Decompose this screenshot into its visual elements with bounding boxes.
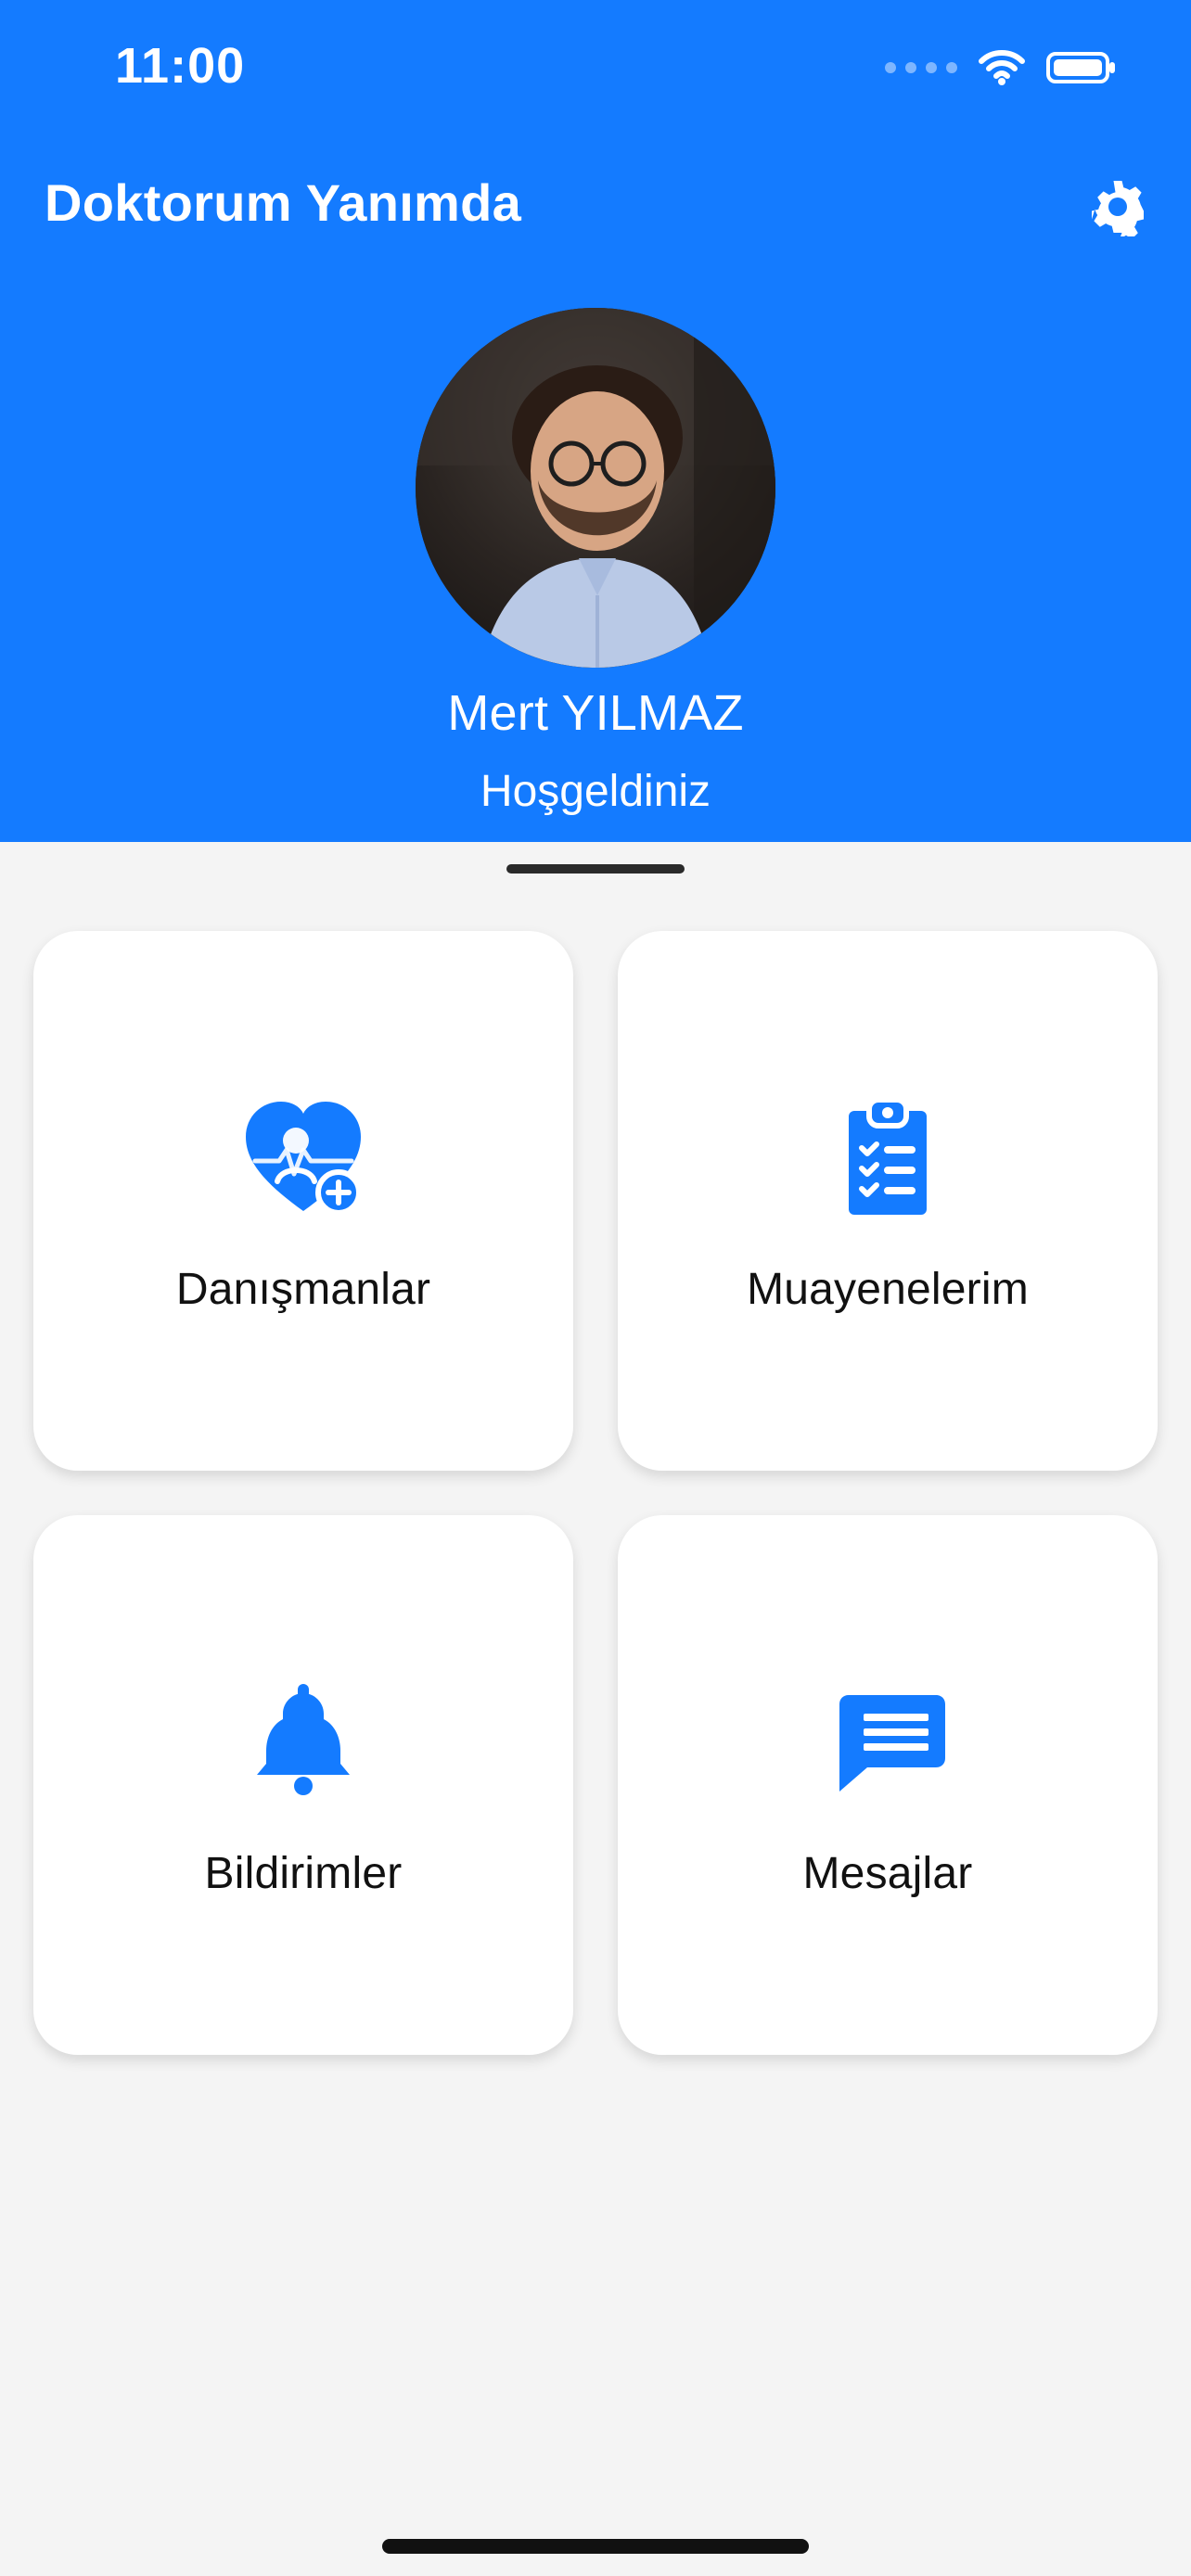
- clipboard-checklist-icon: [818, 1088, 957, 1227]
- home-indicator: [382, 2539, 809, 2554]
- app-title: Doktorum Yanımda: [45, 173, 522, 232]
- signal-icon: [885, 62, 957, 73]
- menu-card-label: Muayenelerim: [747, 1264, 1029, 1314]
- welcome-text: Hoşgeldiniz: [480, 767, 711, 816]
- wifi-icon: [979, 50, 1025, 85]
- status-time: 11:00: [115, 38, 246, 94]
- menu-card-label: Danışmanlar: [175, 1264, 431, 1314]
- user-name: Mert YILMAZ: [447, 685, 744, 741]
- sheet-handle[interactable]: [506, 864, 685, 874]
- menu-card-messages[interactable]: Mesajlar: [618, 1515, 1158, 2055]
- menu-card-label: Bildirimler: [204, 1848, 403, 1898]
- avatar-photo: [416, 308, 775, 668]
- gear-icon: [1092, 181, 1144, 236]
- bell-icon: [234, 1672, 373, 1811]
- menu-card-examinations[interactable]: Muayenelerim: [618, 931, 1158, 1471]
- status-icons: [885, 46, 1117, 89]
- menu-card-label: Mesajlar: [802, 1848, 973, 1898]
- menu-grid: Danışmanlar Muayenelerim Bildirimler Mes…: [33, 931, 1158, 2055]
- menu-card-notifications[interactable]: Bildirimler: [33, 1515, 573, 2055]
- header: 11:00 Doktorum Yanımda Mert YILMAZ Hoşge…: [0, 0, 1191, 842]
- message-icon: [818, 1672, 957, 1811]
- settings-button[interactable]: [1083, 172, 1152, 241]
- battery-icon: [1046, 52, 1115, 83]
- doctor-heart-plus-icon: [234, 1088, 373, 1227]
- menu-card-consultants[interactable]: Danışmanlar: [33, 931, 573, 1471]
- avatar[interactable]: [416, 308, 775, 668]
- screen: 11:00 Doktorum Yanımda Mert YILMAZ Hoşge…: [0, 0, 1191, 2576]
